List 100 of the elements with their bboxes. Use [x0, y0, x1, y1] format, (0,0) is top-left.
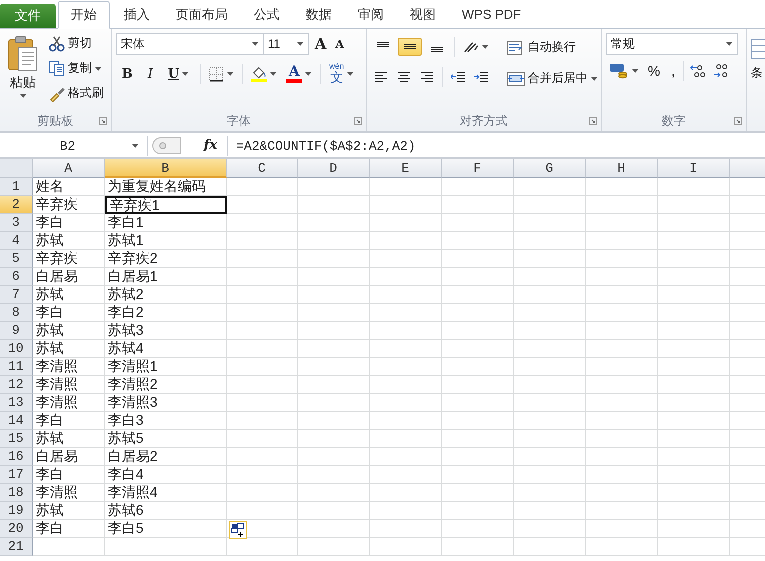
- number-format-dropdown[interactable]: 常规: [606, 33, 738, 55]
- empty-cell: [370, 358, 442, 376]
- shrink-font-button[interactable]: A: [332, 36, 348, 52]
- table-cell: 李清照: [33, 484, 105, 502]
- empty-cell: [658, 358, 730, 376]
- phonetic-guide-button[interactable]: wén 文: [326, 61, 358, 87]
- paste-button[interactable]: 粘贴: [4, 33, 42, 111]
- column-header[interactable]: E: [370, 159, 442, 178]
- table-cell: 辛弃疾2: [105, 250, 227, 268]
- empty-cell: [586, 286, 658, 304]
- empty-cell: [370, 430, 442, 448]
- ribbon-tab[interactable]: 插入: [112, 2, 162, 28]
- comma-style-button[interactable]: ,: [666, 61, 680, 81]
- empty-cell: [370, 250, 442, 268]
- row-header[interactable]: 14: [0, 412, 33, 430]
- row-header[interactable]: 15: [0, 430, 33, 448]
- formula-input[interactable]: =A2&COUNTIF($A$2:A2,A2): [228, 138, 416, 154]
- table-cell: 苏轼1: [105, 232, 227, 250]
- italic-button[interactable]: I: [142, 64, 160, 84]
- name-box[interactable]: B2: [0, 136, 148, 156]
- empty-cell: [658, 286, 730, 304]
- row-header[interactable]: 1: [0, 178, 33, 196]
- font-color-button[interactable]: A: [283, 63, 316, 85]
- column-header[interactable]: B: [105, 159, 227, 178]
- row-header[interactable]: 5: [0, 250, 33, 268]
- row-header[interactable]: 9: [0, 322, 33, 340]
- column-header[interactable]: F: [442, 159, 514, 178]
- row-header[interactable]: 11: [0, 358, 33, 376]
- cut-button[interactable]: 剪切: [46, 33, 107, 54]
- row-header[interactable]: 6: [0, 268, 33, 286]
- ribbon-tab[interactable]: 数据: [294, 2, 344, 28]
- empty-cell: [442, 232, 514, 250]
- conditional-format-label[interactable]: 条: [751, 65, 765, 82]
- table-cell: 苏轼6: [105, 502, 227, 520]
- column-header[interactable]: I: [658, 159, 730, 178]
- empty-cell: [370, 268, 442, 286]
- table-cell: 李清照4: [105, 484, 227, 502]
- row-header[interactable]: 13: [0, 394, 33, 412]
- increase-indent-button[interactable]: [471, 69, 491, 85]
- empty-cell: [370, 340, 442, 358]
- font-name-dropdown[interactable]: 宋体: [116, 33, 264, 55]
- empty-cell: [442, 448, 514, 466]
- empty-cell: [514, 214, 586, 232]
- ribbon-tab[interactable]: 视图: [398, 2, 448, 28]
- dialog-launcher-icon: [99, 117, 107, 125]
- row-header[interactable]: 18: [0, 484, 33, 502]
- empty-cell: [658, 394, 730, 412]
- row-header[interactable]: 8: [0, 304, 33, 322]
- empty-cell: [227, 448, 298, 466]
- empty-cell: [658, 412, 730, 430]
- ribbon-tab[interactable]: 页面布局: [164, 2, 240, 28]
- column-header[interactable]: H: [586, 159, 658, 178]
- empty-cell: [442, 430, 514, 448]
- column-header[interactable]: G: [514, 159, 586, 178]
- row-header[interactable]: 21: [0, 538, 33, 556]
- copy-button[interactable]: 复制: [46, 58, 107, 79]
- percent-button[interactable]: %: [643, 61, 666, 81]
- empty-cell: [586, 538, 658, 556]
- empty-cell: [658, 448, 730, 466]
- column-header[interactable]: D: [298, 159, 370, 178]
- row-header[interactable]: 17: [0, 466, 33, 484]
- font-size-dropdown[interactable]: 11: [263, 33, 309, 55]
- row-header[interactable]: 10: [0, 340, 33, 358]
- row-header[interactable]: 2: [0, 196, 33, 214]
- align-middle-button[interactable]: [398, 38, 422, 56]
- table-cell: 辛弃疾: [33, 250, 105, 268]
- ribbon-tab[interactable]: 公式: [242, 2, 292, 28]
- table-cell: 苏轼5: [105, 430, 227, 448]
- column-header[interactable]: C: [227, 159, 298, 178]
- copy-icon: [49, 60, 65, 76]
- bold-button[interactable]: B: [116, 64, 139, 84]
- empty-cell: [658, 232, 730, 250]
- file-tab[interactable]: 文件: [0, 4, 56, 28]
- ribbon-tab[interactable]: WPS PDF: [450, 2, 534, 28]
- row-header[interactable]: 16: [0, 448, 33, 466]
- row-header[interactable]: 19: [0, 502, 33, 520]
- empty-cell: [298, 196, 370, 214]
- empty-cell: [514, 520, 586, 538]
- row-header[interactable]: 3: [0, 214, 33, 232]
- row-header[interactable]: 7: [0, 286, 33, 304]
- underline-button[interactable]: U: [162, 64, 196, 84]
- insert-function-button[interactable]: fx: [186, 136, 228, 156]
- ribbon-tab[interactable]: 开始: [58, 1, 110, 29]
- ribbon-tab[interactable]: 审阅: [346, 2, 396, 28]
- format-painter-button[interactable]: 格式刷: [46, 83, 107, 104]
- grow-font-button[interactable]: A: [312, 34, 330, 54]
- merge-center-button[interactable]: 合并后居中: [504, 68, 601, 89]
- borders-icon: [209, 66, 224, 82]
- table-cell: 苏轼: [33, 430, 105, 448]
- decrease-indent-button[interactable]: [448, 69, 468, 85]
- column-header[interactable]: A: [33, 159, 105, 178]
- active-cell[interactable]: 辛弃疾1: [105, 196, 227, 214]
- row-header[interactable]: 20: [0, 520, 33, 538]
- wrap-text-button[interactable]: 自动换行: [504, 37, 601, 58]
- table-cell: 李白: [33, 520, 105, 538]
- row-header[interactable]: 12: [0, 376, 33, 394]
- table-cell: 李清照1: [105, 358, 227, 376]
- empty-cell: [586, 358, 658, 376]
- row-header[interactable]: 4: [0, 232, 33, 250]
- empty-cell: [370, 178, 442, 196]
